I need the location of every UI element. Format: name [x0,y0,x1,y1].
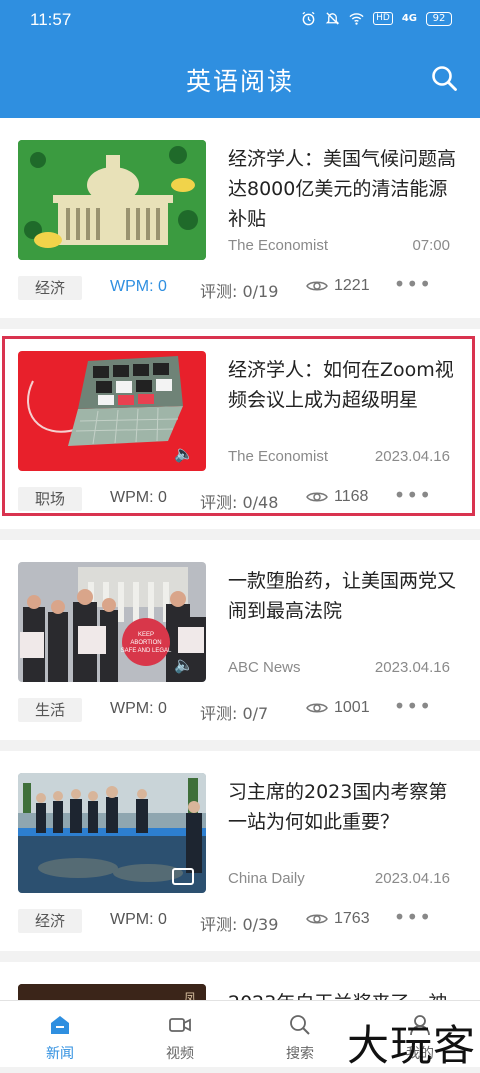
alarm-icon [302,11,315,26]
article-source: China Daily [228,870,305,887]
article-meta: 经济 WPM: 0 评测: 0/19 1221 ••• [18,272,462,302]
more-options-icon[interactable]: ••• [394,694,432,718]
speaker-icon: 🔈 [174,444,194,463]
article-title[interactable]: 经济学人：美国气候问题高达8000亿美元的清洁能源补贴 [228,144,458,234]
view-count: 1763 [306,910,370,928]
test-progress: 评测: 0/39 [200,915,279,934]
nav-item-video[interactable]: 视频 [120,1001,240,1067]
article-source: The Economist [228,448,329,465]
mute-bell-icon [325,12,340,25]
article-meta: 生活 WPM: 0 评测: 0/7 1001 ••• [18,694,462,724]
article-meta: 经济 WPM: 0 评测: 0/39 1763 ••• [18,905,462,935]
wpm-value: WPM: 0 [110,489,167,506]
category-tag[interactable]: 经济 [18,909,82,933]
svg-text:SAFE AND LEGAL: SAFE AND LEGAL [121,648,172,654]
article-card[interactable]: 习主席的2023国内考察第一站为何如此重要？ China Daily 2023.… [0,751,480,951]
article-thumbnail [18,773,206,893]
test-progress: 评测: 0/48 [200,493,279,512]
article-date: 07:00 [412,237,450,254]
video-icon [169,1018,191,1032]
svg-text:ABORTION: ABORTION [130,640,161,646]
wpm-value: WPM: 0 [110,911,167,928]
nav-item-news[interactable]: 新闻 [0,1001,120,1067]
article-card[interactable]: 🔈 经济学人：如何在Zoom视频会议上成为超级明星 The Economist … [0,329,480,529]
article-title[interactable]: 经济学人：如何在Zoom视频会议上成为超级明星 [228,355,458,415]
wpm-value: WPM: 0 [110,700,167,717]
eye-icon [306,914,328,924]
article-thumbnail [18,140,206,260]
article-source: ABC News [228,659,301,676]
status-time: 11:57 [30,10,72,29]
article-source: The Economist [228,237,329,254]
view-count-value: 1221 [334,277,370,294]
page-title: 英语阅读 [185,67,294,96]
search-icon [290,1015,310,1035]
article-date: 2023.04.16 [374,659,450,676]
view-count: 1168 [306,488,368,506]
wifi-icon [349,13,364,25]
protest-sign-text: KEEP [138,632,154,638]
eye-icon [306,281,328,291]
article-date: 2023.04.16 [374,870,450,887]
category-tag[interactable]: 生活 [18,698,82,722]
article-date: 2023.04.16 [374,448,450,465]
view-count: 1221 [306,277,370,295]
home-icon [51,1016,69,1034]
nav-item-search[interactable]: 搜索 [240,1001,360,1067]
more-options-icon[interactable]: ••• [394,905,432,929]
app-header: 11:57 HD 4G 92 英语阅读 [0,0,480,118]
nav-label: 搜索 [286,1046,314,1062]
search-icon[interactable] [430,64,460,94]
article-title[interactable]: 一款堕胎药，让美国两党又闹到最高法院 [228,566,458,626]
battery-icon: 92 [426,11,452,26]
nav-label: 新闻 [46,1046,74,1062]
watermark-text: 大玩客 [346,1021,476,1070]
article-thumbnail: KEEP ABORTION SAFE AND LEGAL 🔈 [18,562,206,682]
more-options-icon[interactable]: ••• [394,272,432,296]
article-meta: 职场 WPM: 0 评测: 0/48 1168 ••• [18,483,462,513]
network-type: 4G [401,13,417,24]
more-options-icon[interactable]: ••• [394,483,432,507]
test-progress: 评测: 0/7 [200,704,269,723]
view-count-value: 1168 [334,488,369,505]
article-card[interactable]: 经济学人：美国气候问题高达8000亿美元的清洁能源补贴 The Economis… [0,118,480,318]
eye-icon [306,492,328,502]
view-count-value: 1001 [334,699,370,716]
wpm-value: WPM: 0 [110,278,167,295]
view-count-value: 1763 [334,910,370,927]
category-tag[interactable]: 经济 [18,276,82,300]
hd-badge: HD [373,12,393,25]
nav-label: 视频 [166,1046,194,1062]
video-play-icon [172,868,194,885]
view-count: 1001 [306,699,370,717]
speaker-icon: 🔈 [174,655,194,674]
eye-icon [306,703,328,713]
category-tag[interactable]: 职场 [18,487,82,511]
status-icons: HD 4G 92 [301,11,452,26]
article-card[interactable]: KEEP ABORTION SAFE AND LEGAL 🔈 一款堕胎药，让美国… [0,540,480,740]
test-progress: 评测: 0/19 [200,282,279,301]
article-title[interactable]: 习主席的2023国内考察第一站为何如此重要？ [228,777,458,837]
status-bar: 11:57 HD 4G 92 [0,0,480,42]
article-thumbnail: 🔈 [18,351,206,471]
